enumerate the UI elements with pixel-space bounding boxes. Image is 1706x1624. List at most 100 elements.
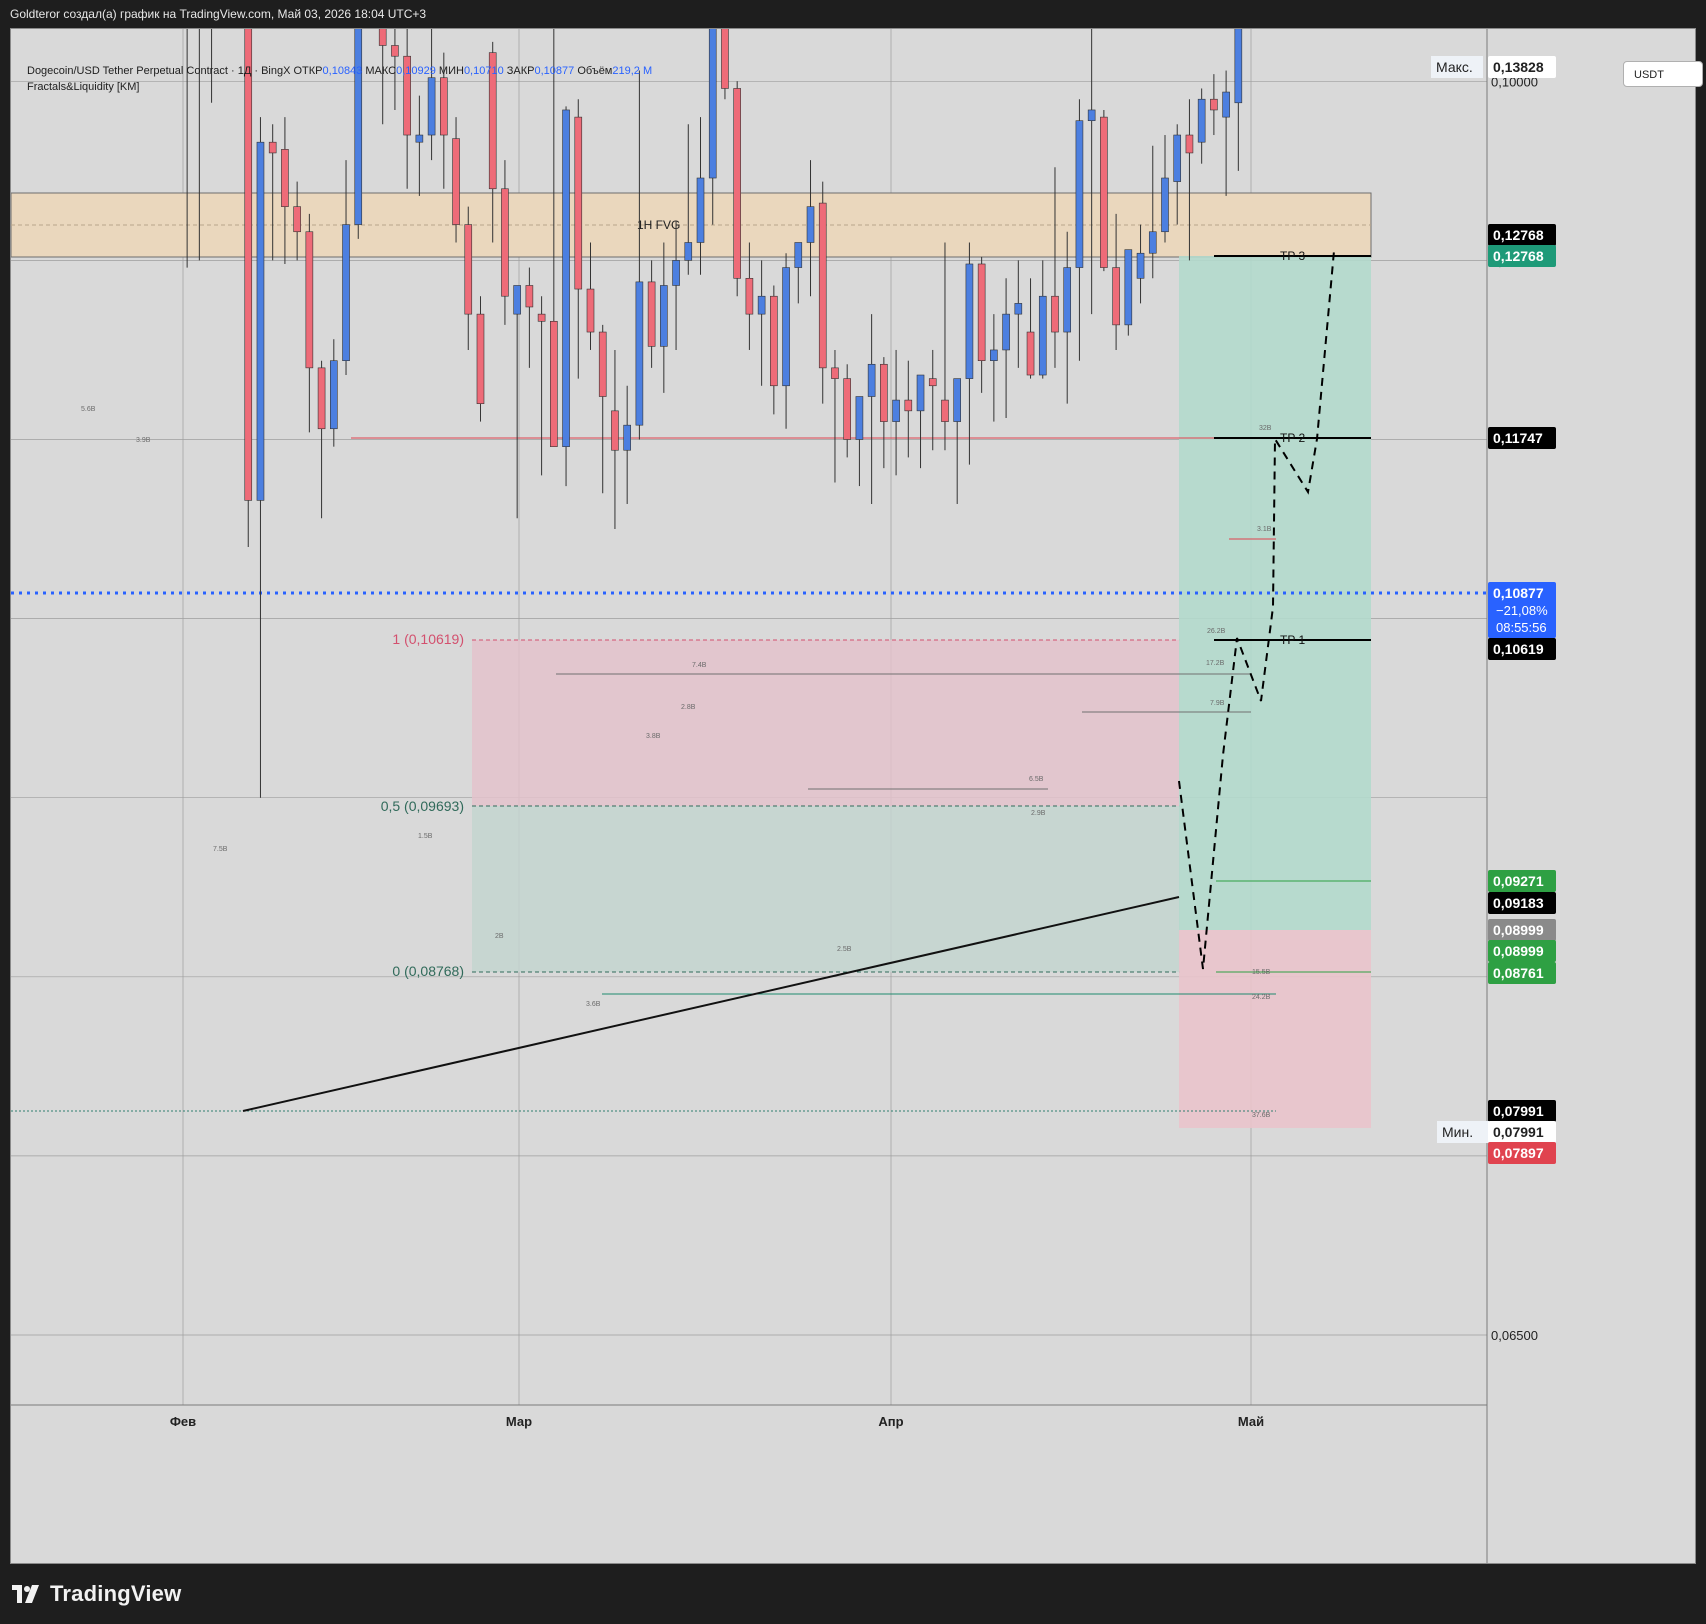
volume-label: 3.8B — [646, 733, 661, 740]
volume-label: 2.5B — [837, 946, 852, 953]
candle[interactable] — [928, 349, 937, 451]
candle[interactable] — [904, 360, 913, 458]
candle-body — [501, 188, 509, 297]
candle[interactable] — [1234, 0, 1243, 171]
legend-close-label: ЗАКР — [506, 65, 535, 77]
trend-price-tag-text: 0,09183 — [1493, 895, 1544, 911]
volume-label: 1.5B — [418, 833, 433, 840]
candle[interactable] — [1197, 88, 1206, 164]
chart-panel[interactable]: 1H FVG 1 (0,10619) 0,5 (0,09693) 0 (0,08… — [10, 0, 1703, 1564]
candle[interactable] — [1002, 278, 1010, 419]
candle[interactable] — [831, 349, 839, 483]
legend-indicator[interactable]: Fractals&Liquidity [KM] — [27, 79, 652, 95]
candle[interactable] — [513, 285, 521, 519]
candle[interactable] — [464, 206, 473, 350]
candle[interactable] — [1124, 249, 1133, 336]
legend-open: 0,10843 — [322, 65, 363, 77]
candle[interactable] — [916, 374, 925, 469]
candle[interactable] — [1014, 260, 1023, 368]
candle[interactable] — [1100, 109, 1108, 272]
candle[interactable] — [623, 385, 631, 504]
candle[interactable] — [770, 285, 778, 415]
candle[interactable] — [941, 242, 949, 451]
snapshot-credit: Goldteror создал(а) график на TradingVie… — [10, 7, 427, 21]
candle[interactable] — [415, 95, 424, 196]
volume-label: 17.2B — [1206, 660, 1225, 667]
candle-body — [1185, 134, 1194, 154]
candle-body — [1173, 134, 1182, 182]
tp2-label: TP 2 — [1280, 431, 1305, 445]
candle[interactable] — [354, 0, 363, 239]
legend-low: 0,10710 — [463, 65, 504, 77]
candle[interactable] — [403, 27, 411, 189]
max-label: Макс. — [1431, 56, 1483, 78]
candle[interactable] — [721, 0, 729, 100]
tp2-price-tag-text: 0,11747 — [1493, 430, 1543, 446]
candle[interactable] — [855, 396, 864, 487]
candle[interactable] — [977, 256, 986, 393]
candlestick-chart[interactable]: 1H FVG 1 (0,10619) 0,5 (0,09693) 0 (0,08… — [10, 0, 1695, 1563]
legend-volume: 219,2 M — [612, 65, 653, 77]
candle[interactable] — [745, 242, 754, 350]
legend-symbol: Dogecoin/USD Tether Perpetual Contract ·… — [27, 65, 291, 77]
min-price-tag-text: 0,07991 — [1493, 1124, 1544, 1140]
candle[interactable] — [1075, 99, 1084, 361]
candle[interactable] — [342, 160, 350, 376]
candle-body — [513, 285, 521, 315]
tp3-price-tag-text: 0,12768 — [1493, 227, 1544, 243]
candle[interactable] — [806, 160, 815, 297]
candle[interactable] — [1210, 74, 1218, 136]
candle[interactable] — [452, 117, 460, 243]
countdown-text: 08:55:56 — [1496, 620, 1547, 635]
candle[interactable] — [256, 117, 265, 798]
candle[interactable] — [843, 364, 851, 458]
volume-label: 37.6B — [1252, 1112, 1271, 1119]
candle[interactable] — [867, 314, 876, 504]
candle[interactable] — [990, 314, 998, 422]
candle[interactable] — [562, 106, 570, 487]
time-axis-label: Фев — [170, 1414, 196, 1429]
candle[interactable] — [757, 260, 766, 386]
entry-green-tag-text: 0,08999 — [1493, 943, 1544, 959]
fib-label-1: 1 (0,10619) — [392, 631, 464, 647]
candle[interactable] — [244, 0, 253, 547]
candle[interactable] — [892, 349, 900, 476]
candle[interactable] — [586, 242, 595, 350]
candle-body — [672, 260, 680, 286]
tp3-green-tag-text: 0,12768 — [1493, 248, 1544, 264]
candle[interactable] — [953, 378, 961, 504]
max-price-tag-text: 0,13828 — [1493, 59, 1544, 75]
candle[interactable] — [525, 267, 534, 368]
candle[interactable] — [1087, 9, 1096, 315]
candle[interactable] — [574, 99, 583, 379]
candle-body — [281, 149, 289, 207]
green-low-tag-text: 0,08761 — [1493, 965, 1544, 981]
candle[interactable] — [1161, 135, 1169, 243]
candle-body — [378, 0, 387, 46]
volume-label: 24.2B — [1252, 994, 1271, 1001]
candle[interactable] — [1026, 278, 1035, 379]
candle[interactable] — [1063, 231, 1072, 404]
candle[interactable] — [501, 160, 509, 325]
candle[interactable] — [1038, 260, 1047, 379]
candle[interactable] — [965, 242, 974, 465]
candle[interactable] — [647, 260, 656, 368]
candle[interactable] — [782, 253, 790, 429]
candle[interactable] — [476, 296, 485, 422]
candle[interactable] — [598, 324, 607, 494]
volume-label: 3.1B — [1257, 526, 1272, 533]
candle[interactable] — [660, 242, 668, 393]
candle[interactable] — [794, 242, 803, 304]
volume-label: 2.9B — [1031, 810, 1046, 817]
candle[interactable] — [537, 296, 546, 476]
currency-unit-selector[interactable]: USDT — [1623, 61, 1703, 87]
candle[interactable] — [880, 357, 888, 469]
candle[interactable] — [611, 349, 619, 530]
candle-body — [1124, 249, 1133, 326]
fib-label-0: 0 (0,08768) — [392, 963, 464, 979]
candle[interactable] — [330, 339, 338, 447]
candle[interactable] — [733, 81, 741, 297]
candle[interactable] — [818, 181, 827, 404]
candle[interactable] — [305, 213, 314, 433]
candle[interactable] — [1222, 70, 1230, 196]
